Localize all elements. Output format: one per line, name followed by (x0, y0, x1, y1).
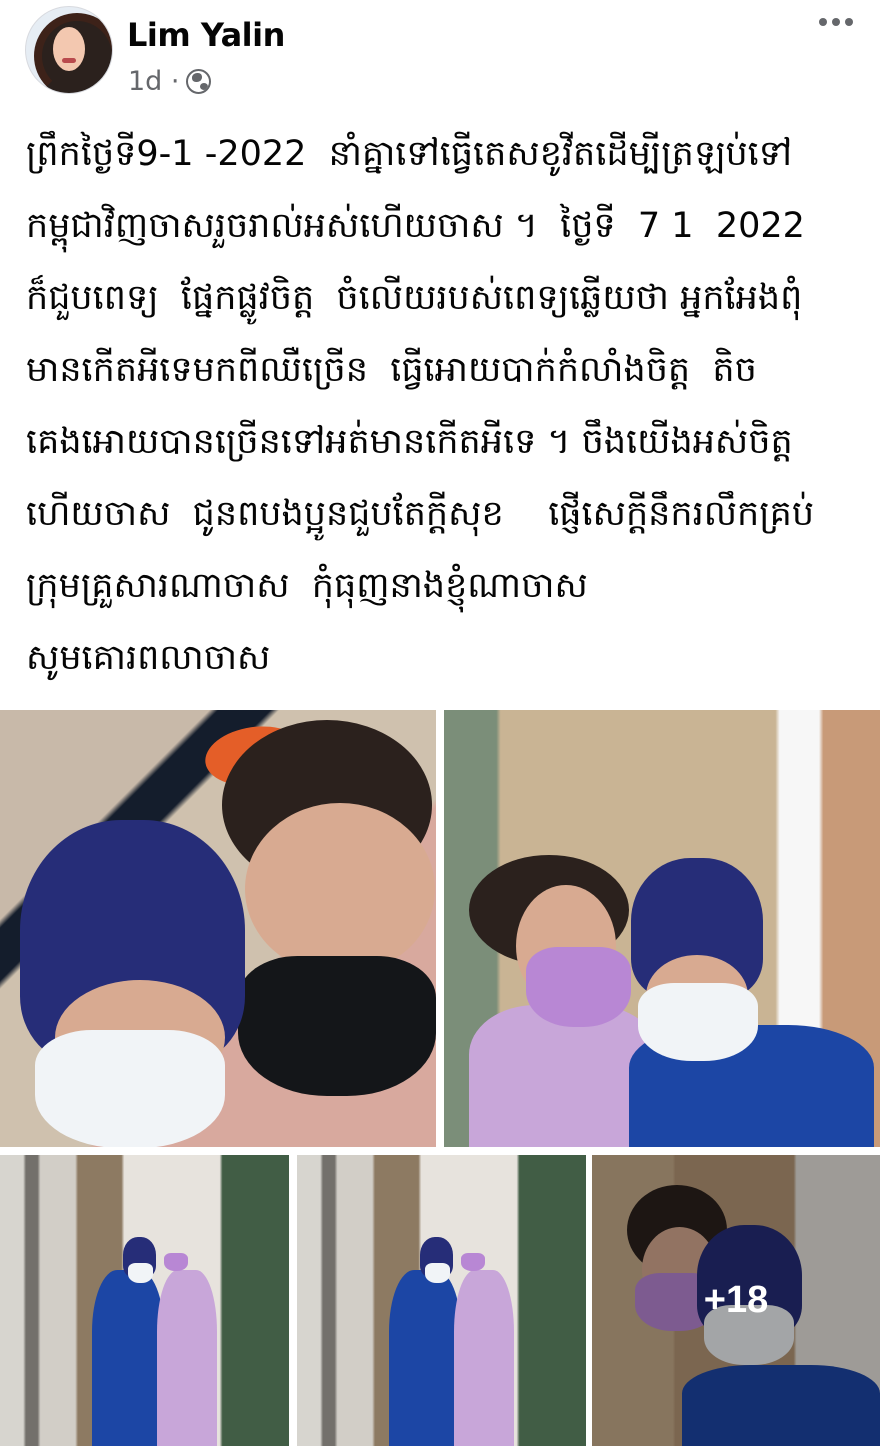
post-time[interactable]: 1d · (128, 66, 179, 97)
white-face-mask (35, 1030, 225, 1147)
post-photo-5[interactable]: +18 (592, 1155, 880, 1446)
blue-outfit (92, 1270, 164, 1446)
photo-person-face (245, 803, 435, 975)
author-avatar[interactable] (25, 6, 113, 94)
white-face-mask (638, 983, 758, 1061)
post-photo-1[interactable] (0, 710, 436, 1147)
post-meta: 1d · (128, 66, 212, 97)
avatar-face (53, 27, 85, 71)
post-message: ព្រឹកថ្ងៃទី9-1 -2022 នាំគ្នាទៅធ្វើតេសខូវ… (26, 134, 815, 678)
more-horizontal-icon[interactable] (819, 18, 853, 26)
post-header: Lim Yalin 1d · (0, 0, 880, 110)
purple-face-mask (164, 1253, 188, 1271)
globe-icon (186, 69, 212, 94)
white-face-mask (425, 1263, 450, 1283)
purple-face-mask (461, 1253, 485, 1271)
more-photos-overlay[interactable]: +18 (592, 1155, 880, 1446)
purple-face-mask (526, 947, 631, 1027)
more-dot (832, 18, 840, 26)
more-dot (819, 18, 827, 26)
post-photo-2[interactable] (444, 710, 880, 1147)
more-dot (845, 18, 853, 26)
black-face-mask (238, 956, 436, 1096)
avatar-lips (62, 58, 76, 63)
white-face-mask (128, 1263, 153, 1283)
more-photos-count: +18 (703, 1279, 769, 1321)
author-name[interactable]: Lim Yalin (127, 16, 285, 54)
blue-outfit (389, 1270, 461, 1446)
lilac-outfit (454, 1270, 514, 1446)
post-photo-3[interactable] (0, 1155, 289, 1446)
post-photo-4[interactable] (297, 1155, 586, 1446)
lilac-outfit (157, 1270, 217, 1446)
